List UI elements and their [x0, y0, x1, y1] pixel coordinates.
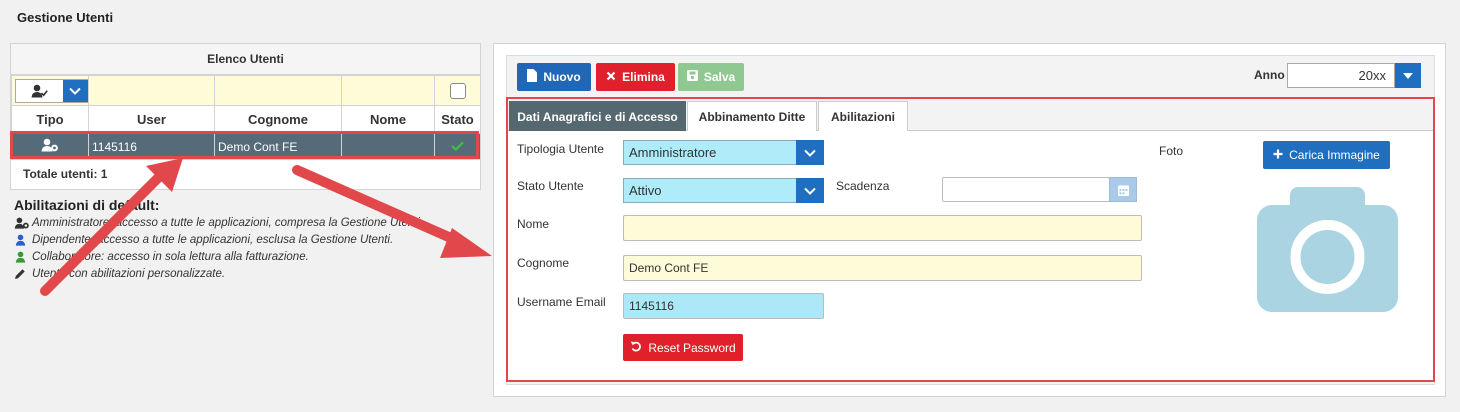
new-button[interactable]: Nuovo — [517, 63, 591, 91]
legend-item-collaboratore: Collaboratore: accesso in sola lettura a… — [14, 249, 434, 264]
chevron-down-icon[interactable] — [796, 140, 824, 165]
upload-image-button[interactable]: Carica Immagine — [1263, 141, 1390, 169]
reset-password-label: Reset Password — [648, 340, 736, 355]
legend-title: Abilitazioni di default: — [14, 197, 160, 213]
delete-button-label: Elimina — [622, 70, 665, 84]
page-title: Gestione Utenti — [17, 10, 114, 25]
year-label: Anno — [1254, 68, 1285, 82]
stato-label: Stato Utente — [517, 179, 584, 193]
total-users-text: Totale utenti: 1 — [23, 167, 108, 181]
nome-label: Nome — [517, 217, 550, 231]
close-icon — [606, 70, 616, 84]
tab-dati-anagrafici[interactable]: Dati Anagrafici e di Accesso — [509, 101, 686, 131]
legend-text: Collaboratore: accesso in sola lettura a… — [32, 250, 309, 263]
tipologia-select[interactable]: Amministratore — [623, 140, 797, 165]
plus-icon — [1273, 148, 1283, 162]
new-button-label: Nuovo — [543, 70, 581, 84]
undo-icon — [630, 340, 642, 355]
chevron-down-icon[interactable] — [796, 178, 824, 203]
legend-item-personalizzato: Utente con abilitazioni personalizzate. — [14, 266, 434, 281]
stato-filter-checkbox[interactable] — [449, 82, 466, 99]
email-label: Username Email — [517, 295, 606, 309]
column-header-user[interactable]: User — [88, 105, 215, 134]
cognome-label: Cognome — [517, 256, 570, 270]
user-icon — [14, 234, 32, 246]
user-icon — [14, 251, 32, 263]
chevron-down-icon[interactable] — [62, 79, 88, 102]
nome-input[interactable] — [623, 215, 1142, 241]
header-row: Tipo User Cognome Nome Stato — [11, 105, 481, 134]
users-list-title: Elenco Utenti — [11, 44, 480, 75]
legend-text: Utente con abilitazioni personalizzate. — [32, 267, 226, 280]
users-list-panel: Elenco Utenti Tipo User Cognome Nome Sta… — [10, 43, 481, 190]
permissions-legend: Abilitazioni di default: Amministratore:… — [14, 197, 434, 281]
legend-text: Dipendente: accesso a tutte le applicazi… — [32, 233, 394, 246]
year-select[interactable]: 20xx — [1287, 63, 1395, 88]
pencil-icon — [14, 268, 32, 280]
cognome-filter-input[interactable] — [214, 75, 342, 106]
column-header-stato[interactable]: Stato — [434, 105, 481, 134]
scadenza-label: Scadenza — [836, 179, 890, 193]
delete-button[interactable]: Elimina — [596, 63, 675, 91]
admin-user-icon — [14, 217, 32, 229]
row-highlight-box — [10, 131, 479, 159]
stato-filter-cell — [434, 75, 481, 106]
filter-row — [11, 75, 481, 106]
foto-label: Foto — [1159, 144, 1184, 158]
legend-text: Amministratore: accesso a tutte le appli… — [32, 216, 424, 229]
email-input[interactable]: 1145116 — [623, 293, 824, 319]
legend-item-dipendente: Dipendente: accesso a tutte le applicazi… — [14, 232, 434, 247]
column-header-tipo[interactable]: Tipo — [11, 105, 89, 134]
type-filter-cell — [11, 75, 89, 106]
tab-abbinamento-ditte[interactable]: Abbinamento Ditte — [687, 101, 817, 131]
calendar-icon[interactable] — [1109, 177, 1137, 202]
column-header-nome[interactable]: Nome — [341, 105, 435, 134]
save-button-label: Salva — [703, 70, 736, 84]
nome-filter-input[interactable] — [341, 75, 435, 106]
chevron-down-icon[interactable] — [1395, 63, 1421, 88]
stato-select[interactable]: Attivo — [623, 178, 797, 203]
tab-abilitazioni[interactable]: Abilitazioni — [818, 101, 908, 131]
column-header-cognome[interactable]: Cognome — [214, 105, 342, 134]
user-check-icon — [16, 80, 63, 102]
legend-item-amministratore: Amministratore: accesso a tutte le appli… — [14, 215, 434, 230]
user-filter-input[interactable] — [88, 75, 215, 106]
type-filter-select[interactable] — [15, 78, 88, 103]
save-button[interactable]: Salva — [678, 63, 744, 91]
reset-password-button[interactable]: Reset Password — [623, 334, 743, 361]
cognome-input[interactable]: Demo Cont FE — [623, 255, 1142, 281]
upload-image-label: Carica Immagine — [1289, 148, 1380, 162]
file-icon — [527, 69, 538, 85]
tipologia-label: Tipologia Utente — [517, 142, 604, 156]
scadenza-input[interactable] — [942, 177, 1110, 202]
camera-icon — [1257, 187, 1398, 312]
floppy-icon — [686, 70, 698, 84]
